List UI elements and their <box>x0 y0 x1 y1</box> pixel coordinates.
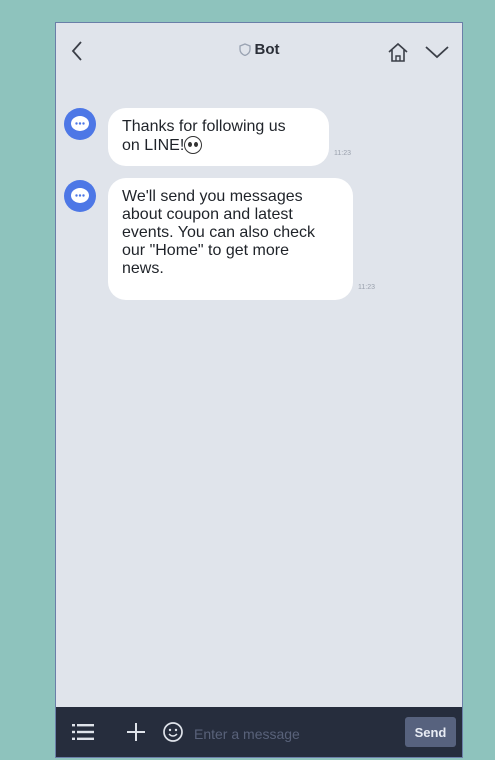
message-text-line: Thanks for following us <box>122 118 286 135</box>
home-icon[interactable] <box>386 41 410 63</box>
more-icon <box>75 194 85 197</box>
message-bubble: Thanks for following us on LINE! <box>108 108 329 166</box>
chat-window: Bot Thanks for following us on LINE! 11:… <box>55 22 463 758</box>
send-button[interactable]: Send <box>405 717 456 747</box>
plus-icon[interactable] <box>125 721 147 743</box>
message-text-line: about coupon and latest <box>122 206 293 223</box>
message-text-line: on LINE! <box>122 136 315 155</box>
message-text-line: news. <box>122 260 164 277</box>
message-timestamp: 11:23 <box>334 150 351 157</box>
chevron-down-icon[interactable] <box>424 43 450 61</box>
chat-header: Bot <box>56 23 462 79</box>
message-text-line: We'll send you messages <box>122 188 303 205</box>
emoji-picker-icon[interactable] <box>162 721 184 743</box>
shield-icon <box>238 43 251 56</box>
message-text-line: our "Home" to get more <box>122 242 289 259</box>
menu-list-icon[interactable] <box>72 722 94 742</box>
bot-avatar[interactable] <box>64 108 96 140</box>
chat-title-text: Bot <box>254 41 280 58</box>
more-icon <box>75 122 85 125</box>
bot-avatar[interactable] <box>64 180 96 212</box>
message-timestamp: 11:23 <box>358 284 375 291</box>
message-input-bar: Send <box>56 707 462 757</box>
message-bubble: We'll send you messages about coupon and… <box>108 178 353 300</box>
message-input[interactable] <box>192 721 396 747</box>
emoji-icon <box>184 136 203 154</box>
message-text-line: events. You can also check <box>122 224 316 241</box>
